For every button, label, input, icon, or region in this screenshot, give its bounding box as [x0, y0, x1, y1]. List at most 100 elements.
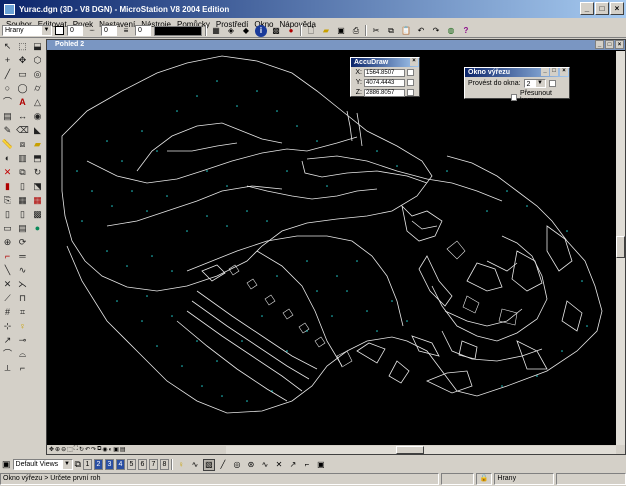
end-tool-icon[interactable]: ▣: [315, 459, 327, 471]
move-camera-checkbox[interactable]: [511, 93, 518, 101]
lightbulb-icon[interactable]: ♀: [16, 320, 29, 333]
group-icon[interactable]: ⧈: [16, 138, 29, 151]
view-groups-combo[interactable]: Default Views ▼: [12, 459, 73, 470]
y-lock-checkbox[interactable]: [407, 79, 414, 86]
vertical-scrollbar[interactable]: [616, 51, 625, 445]
view-windows-icon[interactable]: ⧉: [75, 459, 81, 470]
active-tool-icon[interactable]: ▧: [202, 458, 215, 471]
clip-volume-icon[interactable]: ▣: [113, 446, 119, 453]
dimension-icon[interactable]: ↔: [16, 110, 29, 123]
copy-element-icon[interactable]: ⧉: [16, 166, 29, 179]
reference-icon[interactable]: ⎘: [1, 194, 14, 207]
window-clip-maximize-button[interactable]: □: [550, 68, 558, 76]
z-input[interactable]: 2886.8057: [364, 88, 405, 97]
camera-icon[interactable]: ◉: [102, 446, 107, 453]
line-style-icon[interactable]: ┈: [86, 25, 98, 37]
view-previous-icon[interactable]: ↶: [85, 446, 90, 453]
close-button[interactable]: ×: [610, 2, 624, 15]
rotate-view-icon[interactable]: ↻: [79, 446, 84, 453]
maximize-button[interactable]: □: [595, 2, 609, 15]
arc-icon[interactable]: ⌒: [1, 96, 14, 109]
status-level[interactable]: Hrany: [494, 473, 555, 485]
ellipse-icon[interactable]: ◯: [16, 82, 29, 95]
window-clip-minimize-button[interactable]: _: [541, 68, 549, 76]
measure-icon[interactable]: 📏: [1, 138, 14, 151]
view-close-button[interactable]: ×: [615, 40, 624, 49]
depth-lock-checkbox[interactable]: [548, 80, 556, 87]
copy-view-icon[interactable]: ⧉: [97, 446, 101, 453]
file-attach-icon[interactable]: ▯: [16, 208, 29, 221]
fit-view-icon[interactable]: ⛶: [74, 446, 78, 453]
z-lock-checkbox[interactable]: [407, 89, 414, 96]
circle-icon[interactable]: ○: [1, 82, 14, 95]
bracket-icon[interactable]: ⌐: [301, 459, 313, 471]
diagonal-line-icon[interactable]: ╲: [1, 264, 14, 277]
cross-icon[interactable]: ✕: [1, 278, 14, 291]
new-file-icon[interactable]: 🗋: [305, 25, 317, 37]
redo-icon[interactable]: ↷: [430, 25, 442, 37]
modify-icon[interactable]: ✎: [1, 124, 14, 137]
tangent-icon[interactable]: ⟂: [1, 362, 14, 375]
view-maximize-button[interactable]: □: [605, 40, 614, 49]
line-tool-icon[interactable]: ╱: [217, 459, 229, 471]
zoom-out-icon[interactable]: ⊖: [61, 446, 66, 453]
accudraw-close-button[interactable]: ×: [410, 58, 418, 66]
view-2-button[interactable]: 2: [93, 459, 103, 470]
mesh-icon[interactable]: ▩: [31, 208, 44, 221]
layers-icon[interactable]: ▤: [16, 222, 29, 235]
view-groups-icon[interactable]: ▣: [2, 459, 11, 470]
line-weight-icon[interactable]: ≡: [120, 25, 132, 37]
grid-pattern-icon[interactable]: ▦: [31, 194, 44, 207]
undo-icon[interactable]: ↶: [415, 25, 427, 37]
wedge-icon[interactable]: ◣: [31, 124, 44, 137]
surface-icon[interactable]: ▰: [31, 138, 44, 151]
depth-combo[interactable]: 2 ▼: [523, 79, 546, 88]
paint-icon[interactable]: ▮: [1, 180, 14, 193]
view-7-button[interactable]: 7: [148, 459, 158, 470]
view-rotate-icon[interactable]: ⟳: [16, 236, 29, 249]
select-arrow-icon[interactable]: ↖: [1, 40, 14, 53]
zoom-in-icon[interactable]: ⊕: [55, 446, 60, 453]
lightbulb-icon[interactable]: ♀: [175, 459, 187, 471]
horizontal-scroll-thumb[interactable]: [396, 446, 424, 454]
extrude-icon[interactable]: ⬒: [31, 152, 44, 165]
curve-icon[interactable]: ∿: [16, 264, 29, 277]
paste-icon[interactable]: 📋: [400, 25, 412, 37]
cut-icon[interactable]: ✂: [370, 25, 382, 37]
help-icon[interactable]: ?: [460, 25, 472, 37]
color-swatch-icon[interactable]: [55, 26, 64, 35]
view-8-button[interactable]: 8: [159, 459, 169, 470]
view-6-button[interactable]: 6: [137, 459, 147, 470]
snap-point-icon[interactable]: ◎: [231, 459, 243, 471]
render-sphere-icon[interactable]: ●: [31, 222, 44, 235]
view-5-button[interactable]: 5: [126, 459, 136, 470]
element-selection-icon[interactable]: ▦: [210, 25, 222, 37]
pan-icon[interactable]: ✥: [49, 446, 54, 453]
status-lock-icon[interactable]: 🔒: [476, 473, 493, 485]
wireframe-icon[interactable]: ⬡: [31, 54, 44, 67]
place-line-icon[interactable]: ╱: [1, 68, 14, 81]
view-3-button[interactable]: 3: [104, 459, 114, 470]
extend-icon[interactable]: ⟋: [1, 292, 14, 305]
grid-icon[interactable]: ▩: [270, 25, 282, 37]
window-area-icon[interactable]: ⬚: [67, 446, 73, 453]
view-next-icon[interactable]: ↷: [91, 446, 96, 453]
file-doc-icon[interactable]: ▯: [1, 208, 14, 221]
y-input[interactable]: 4074.4443: [364, 78, 405, 87]
fillet-surface-icon[interactable]: ⬔: [31, 180, 44, 193]
sphere-icon[interactable]: ◎: [31, 68, 44, 81]
horizontal-scrollbar[interactable]: [226, 446, 616, 454]
change-attributes-icon[interactable]: ◐: [1, 152, 14, 165]
multiline-icon[interactable]: ═: [16, 250, 29, 263]
minimize-button[interactable]: _: [580, 2, 594, 15]
arrow-snap-icon[interactable]: ↗: [287, 459, 299, 471]
render-view-icon[interactable]: ◐: [109, 447, 113, 453]
folder-icon[interactable]: ▭: [1, 222, 14, 235]
view-attributes-icon[interactable]: ▤: [120, 446, 126, 453]
fillet-icon[interactable]: ⌒: [1, 348, 14, 361]
trim-icon[interactable]: ⋋: [16, 278, 29, 291]
status-locks[interactable]: [440, 473, 475, 485]
cross-snap-icon[interactable]: ✕: [273, 459, 285, 471]
open-folder-icon[interactable]: ▰: [320, 25, 332, 37]
text-icon[interactable]: A: [16, 96, 29, 109]
